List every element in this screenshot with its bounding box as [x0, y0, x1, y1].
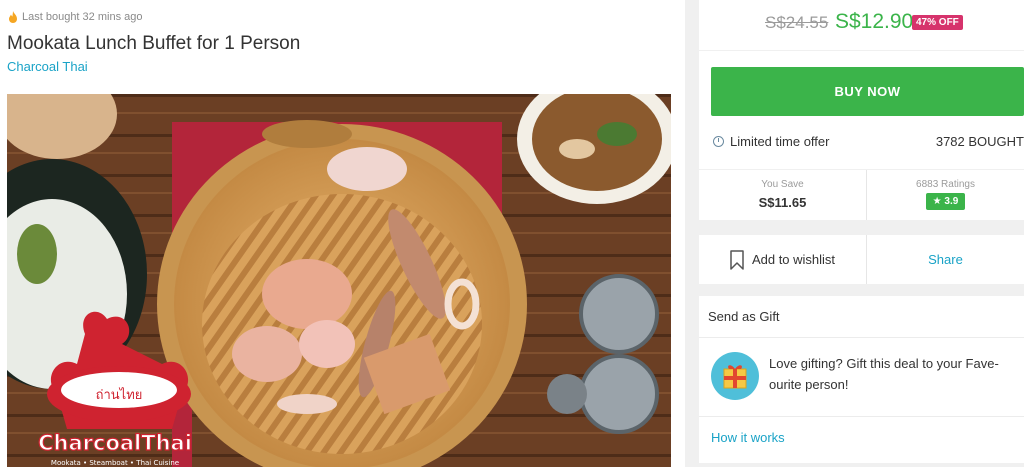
you-save-label: You Save [761, 179, 804, 190]
bought-count: 3782 BOUGHT [935, 134, 1024, 149]
gift-separator [699, 416, 1024, 417]
gift-separator [699, 337, 1024, 338]
last-bought-text: Last bought 32 mins ago [22, 11, 143, 23]
discount-badge: 47% OFF [912, 15, 963, 30]
last-bought-row: Last bought 32 mins ago [8, 11, 142, 23]
buy-card: BUY NOW Limited time offer 3782 BOUGHT [699, 51, 1024, 169]
limited-offer: Limited time offer [713, 134, 829, 149]
purchase-panel: S$24.55 S$12.90 47% OFF BUY NOW Limited … [699, 0, 1024, 467]
you-save-value: S$11.65 [758, 195, 807, 210]
ratings-stat[interactable]: 6883 Ratings ★ 3.9 [867, 170, 1024, 220]
deal-title: Mookata Lunch Buffet for 1 Person [7, 33, 301, 54]
price-card: S$24.55 S$12.90 47% OFF [699, 0, 1024, 50]
gift-icon [711, 352, 759, 400]
logo-tagline-text: Mookata • Steamboat • Thai Cuisine [51, 459, 179, 467]
you-save-stat: You Save S$11.65 [699, 170, 866, 220]
actions-card: Add to wishlist Share [699, 235, 1024, 284]
gift-card: Send as Gift Love gifting? Gift this dea… [699, 296, 1024, 463]
bookmark-icon [730, 249, 744, 270]
logo-thai-text: ถ่านไทย [96, 387, 143, 403]
fire-icon [9, 11, 17, 23]
add-to-wishlist-button[interactable]: Add to wishlist [699, 235, 866, 284]
deal-photo[interactable]: ถ่านไทย CharcoalThai Mookata • Steamboat… [7, 94, 671, 467]
food-image: ถ่านไทย CharcoalThai Mookata • Steamboat… [7, 94, 671, 467]
rating-badge: ★ 3.9 [925, 193, 966, 210]
sale-price: S$12.90 [835, 10, 914, 33]
logo-brand-text: CharcoalThai [38, 431, 192, 455]
gift-heading: Send as Gift [708, 309, 780, 324]
gift-description: Love gifting? Gift this deal to your Fav… [769, 356, 999, 392]
clock-icon [713, 136, 724, 147]
stats-card: You Save S$11.65 6883 Ratings ★ 3.9 [699, 170, 1024, 220]
share-button[interactable]: Share [867, 235, 1024, 284]
merchant-link[interactable]: Charcoal Thai [7, 59, 88, 74]
deal-main: Last bought 32 mins ago Mookata Lunch Bu… [0, 0, 685, 467]
how-it-works-link[interactable]: How it works [711, 430, 785, 445]
buy-now-button[interactable]: BUY NOW [711, 67, 1024, 116]
original-price: S$24.55 [765, 13, 829, 32]
wishlist-label: Add to wishlist [751, 252, 836, 267]
ratings-count-label: 6883 Ratings [916, 179, 975, 190]
limited-offer-label: Limited time offer [730, 134, 830, 149]
